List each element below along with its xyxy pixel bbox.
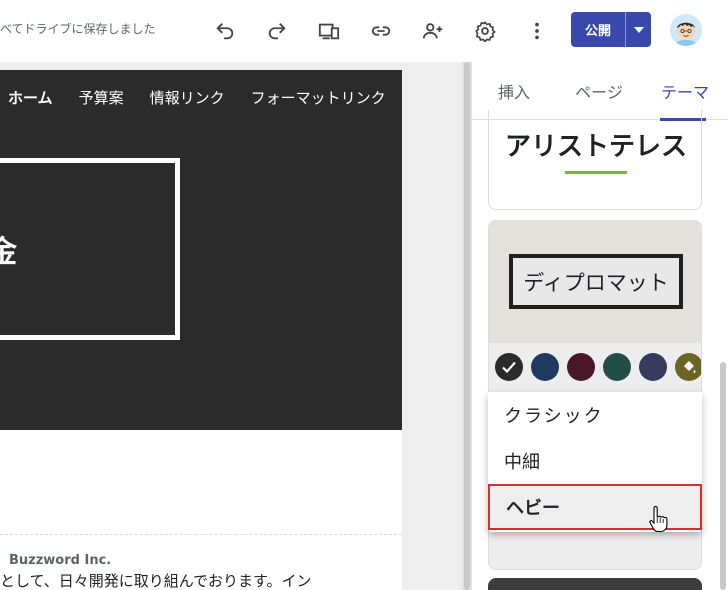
account-avatar[interactable] [670, 14, 702, 46]
top-bar: べてドライブに保存しました 公開 [0, 0, 728, 62]
panel-scrollbar[interactable] [718, 120, 728, 590]
redo-icon[interactable] [264, 18, 290, 44]
swatch-maroon[interactable] [567, 353, 595, 381]
section-divider [0, 534, 402, 535]
site-hero-header[interactable]: ホーム 予算案 情報リンク フォーマットリンク 金 [0, 70, 402, 430]
body-paragraph[interactable]: として、日々開発に取り組んでおります。イン [0, 570, 312, 590]
more-vert-icon[interactable] [524, 18, 550, 44]
site-page-preview: ホーム 予算案 情報リンク フォーマットリンク 金 Buzzword Inc. … [0, 70, 402, 590]
nav-item-info-links[interactable]: 情報リンク [150, 87, 225, 108]
link-icon[interactable] [368, 18, 394, 44]
hero-title-glyph: 金 [0, 235, 17, 270]
font-option-light[interactable]: 中細 [488, 438, 702, 484]
hand-pointer-cursor-icon [649, 506, 668, 533]
editor-canvas: ホーム 予算案 情報リンク フォーマットリンク 金 Buzzword Inc. … [0, 62, 462, 590]
paint-bucket-icon [684, 361, 696, 373]
swatch-forest-green[interactable] [603, 353, 631, 381]
publish-options-dropdown[interactable] [626, 12, 651, 47]
caret-down-icon [633, 26, 644, 33]
undo-icon[interactable] [212, 18, 238, 44]
canvas-scrollbar[interactable] [462, 62, 472, 590]
settings-gear-icon[interactable] [472, 18, 498, 44]
nav-item-home[interactable]: ホーム [8, 87, 53, 108]
checkmark-icon [502, 361, 516, 374]
preview-devices-icon[interactable] [316, 18, 342, 44]
side-panel: 挿入 ページ テーマ アリストテレス ディプロマット クラシック 中細 ヘビー [472, 62, 728, 590]
theme-preview-diplomat[interactable]: ディプロマット [489, 221, 701, 343]
font-option-heavy[interactable]: ヘビー [488, 484, 702, 530]
swatch-charcoal[interactable] [495, 353, 523, 381]
publish-button-group: 公開 [571, 12, 651, 47]
theme-name-aristotle: アリストテレス [504, 132, 687, 162]
company-name: Buzzword Inc. [9, 553, 112, 568]
hero-title-frame[interactable]: 金 [0, 158, 180, 340]
nav-item-format-links[interactable]: フォーマットリンク [251, 87, 386, 108]
publish-button[interactable]: 公開 [571, 12, 625, 47]
font-style-dropdown: クラシック 中細 ヘビー [488, 392, 702, 532]
theme-name-diplomat: ディプロマット [509, 254, 683, 309]
share-add-person-icon[interactable] [420, 18, 446, 44]
swatch-navy[interactable] [531, 353, 559, 381]
save-status: べてドライブに保存しました [0, 22, 156, 36]
theme-card-next[interactable] [488, 578, 702, 590]
swatch-slate-indigo[interactable] [639, 353, 667, 381]
theme-accent-underline [565, 171, 627, 174]
theme-card-aristotle[interactable]: アリストテレス [488, 110, 702, 210]
color-swatches [495, 353, 701, 381]
canvas-scroll-thumb[interactable] [464, 62, 470, 590]
nav-item-budget[interactable]: 予算案 [79, 87, 124, 108]
font-option-classic[interactable]: クラシック [488, 392, 702, 438]
site-navigation: ホーム 予算案 情報リンク フォーマットリンク [8, 87, 386, 108]
panel-scroll-thumb[interactable] [720, 362, 726, 590]
swatch-custom-color[interactable] [675, 353, 701, 381]
